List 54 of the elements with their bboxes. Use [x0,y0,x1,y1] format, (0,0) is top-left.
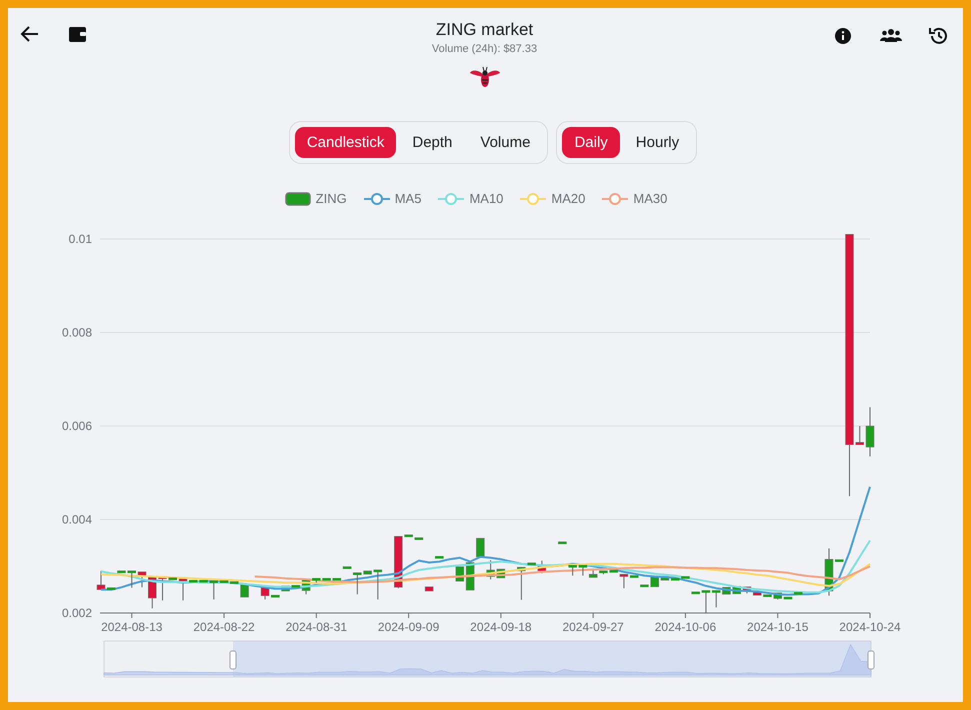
candlestick [691,592,700,594]
candlestick [107,587,116,590]
candlestick [476,538,485,558]
candlestick [158,576,167,601]
axis-label: 2024-09-09 [378,620,440,634]
candlestick [835,559,844,562]
axis-label: 2024-08-22 [193,620,255,634]
axis-label: 2024-10-15 [747,620,808,634]
chart-type-button[interactable]: Volume [468,127,542,158]
candlestick [856,426,864,446]
candlestick [486,560,495,580]
legend-line-icon[interactable] [362,191,391,207]
legend-label[interactable]: MA5 [394,191,422,207]
legend-label[interactable]: MA10 [469,191,504,207]
axis-label: 0.006 [62,419,92,433]
candlestick [148,576,157,609]
range-slider[interactable] [104,640,874,678]
interval-button[interactable]: Hourly [624,127,692,158]
axis-label: 2024-10-06 [654,620,716,634]
volume-text: Volume (24h): $87.33 [432,42,538,57]
chart-type-button[interactable]: Candlestick [294,127,396,158]
candlestick [117,570,126,574]
candlestick [824,548,834,596]
candlestick [588,570,598,578]
page-title: ZING market [434,19,534,41]
candlestick [374,570,382,600]
interval-button[interactable]: Daily [562,127,620,158]
axis-label: 0.002 [62,606,92,620]
candlestick [558,542,567,544]
legend-label[interactable]: MA20 [551,191,586,207]
axis-label: 0.004 [62,512,92,526]
axis-label: 0.008 [62,326,92,340]
axis-label: 0.01 [68,232,92,246]
candlestick [424,586,434,592]
candlestick [568,565,577,576]
chart-type-button[interactable]: Depth [400,127,464,158]
candlestick [578,565,588,576]
candlestick [702,590,710,614]
legend-label[interactable]: MA30 [633,191,668,207]
candlestick [866,406,874,457]
legend-line-icon[interactable] [601,191,630,207]
candlestick [96,570,106,590]
candlestick [128,570,136,588]
axis-label: 2024-09-27 [562,620,624,634]
axis-label: 2024-10-24 [839,620,901,634]
candlestick [712,590,720,608]
axis-label: 2024-09-18 [470,620,532,634]
legend-label[interactable]: ZING [316,191,347,207]
axis-label: 2024-08-31 [286,620,348,634]
candlestick [435,556,444,559]
candlestick [138,571,146,588]
candlestick [538,560,546,574]
axis-label: 2024-08-13 [101,620,162,634]
legend-swatch-icon[interactable] [284,191,312,207]
